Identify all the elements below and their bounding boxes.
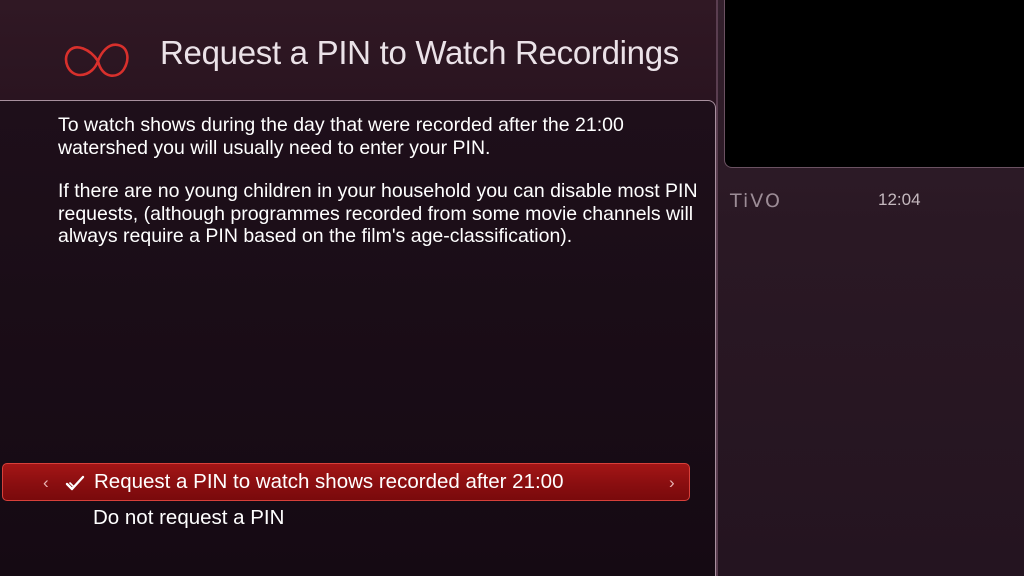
tivo-logo: TiVO (730, 190, 782, 212)
option-request-pin-label: Request a PIN to watch shows recorded af… (94, 470, 564, 493)
video-preview (724, 0, 1024, 168)
option-no-pin[interactable]: Do not request a PIN (2, 501, 690, 537)
description-paragraph-1: To watch shows during the day that were … (58, 114, 624, 159)
chevron-right-icon[interactable]: › (669, 473, 675, 493)
header: Request a PIN to Watch Recordings (0, 0, 716, 100)
option-no-pin-label: Do not request a PIN (93, 506, 285, 529)
description-paragraph-2: If there are no young children in your h… (58, 180, 698, 247)
clock: 12:04 (878, 190, 921, 209)
main-pane: Request a PIN to Watch Recordings To wat… (0, 0, 716, 576)
checkmark-icon (65, 475, 85, 491)
chevron-left-icon[interactable]: ‹ (43, 473, 49, 493)
sidebar: TiVO 12:04 (716, 0, 1024, 576)
content-panel: To watch shows during the day that were … (0, 100, 716, 576)
page-title: Request a PIN to Watch Recordings (160, 34, 679, 71)
virgin-infinity-logo-icon (64, 43, 129, 77)
option-request-pin[interactable]: ‹ Request a PIN to watch shows recorded … (2, 463, 690, 501)
